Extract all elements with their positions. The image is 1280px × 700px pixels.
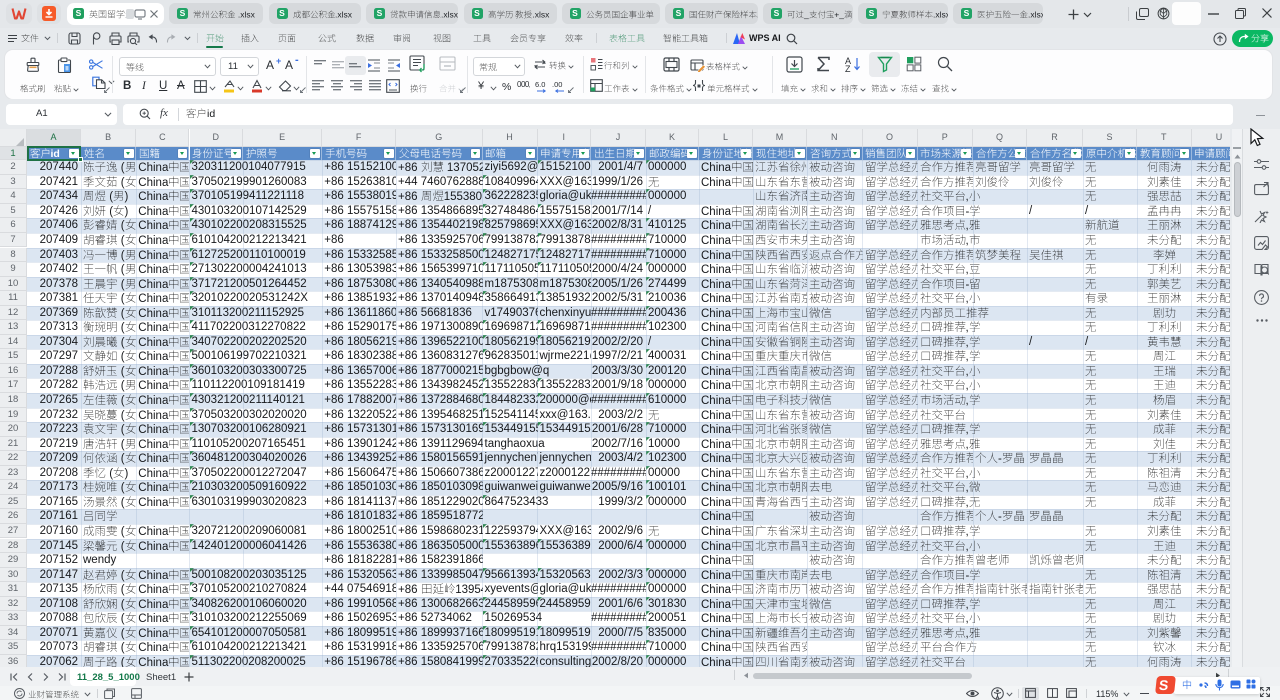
svg-text:6.0: 6.0 xyxy=(535,80,545,89)
svg-text:.00: .00 xyxy=(552,80,562,89)
svg-text:Z: Z xyxy=(845,64,851,72)
